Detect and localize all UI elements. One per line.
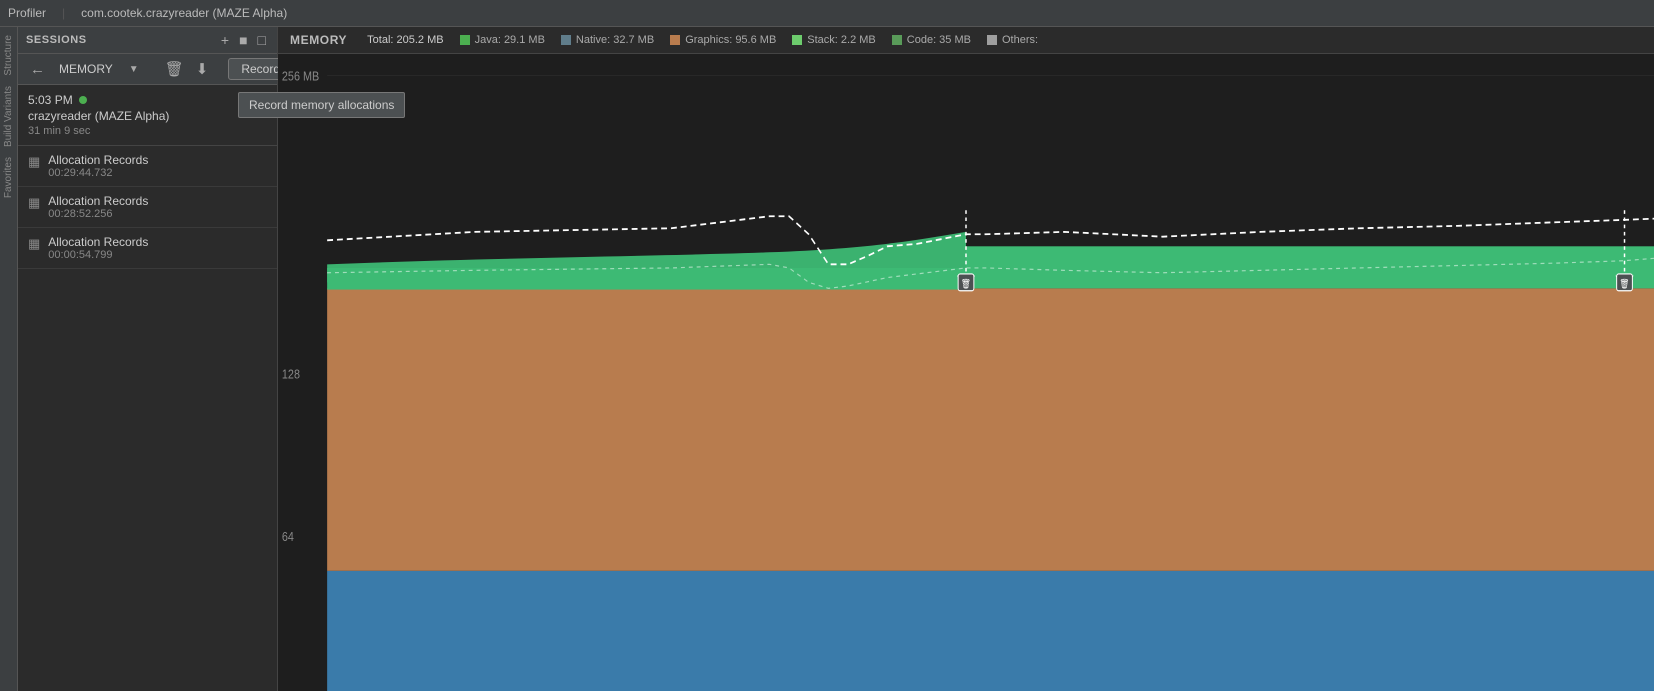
alloc-time-0: 00:29:44.732 (48, 167, 267, 179)
allocation-item-1[interactable]: ▦ Allocation Records 00:28:52.256 (18, 187, 277, 228)
others-label: Others: (1002, 34, 1038, 46)
sidebar: SESSIONS + ■ □ ← MEMORY ▼ 🗑 ⬇ Record Rec… (18, 27, 278, 691)
app-label: com.cootek.crazyreader (MAZE Alpha) (81, 6, 287, 20)
alloc-icon-0: ▦ (28, 154, 40, 170)
session-time-row: 5:03 PM (28, 93, 267, 107)
add-session-button[interactable]: + (218, 33, 232, 47)
export-button[interactable]: ⬇ (192, 58, 213, 80)
toolbar: ← MEMORY ▼ 🗑 ⬇ Record Record memory allo… (18, 54, 277, 85)
alloc-icon-1: ▦ (28, 195, 40, 211)
alloc-text-1: Allocation Records 00:28:52.256 (48, 194, 267, 220)
alloc-icon-2: ▦ (28, 236, 40, 252)
sessions-title: SESSIONS (26, 34, 214, 46)
vertical-tab-favorites[interactable]: Favorites (2, 153, 15, 202)
graphics-label: Graphics: 95.6 MB (685, 34, 776, 46)
alloc-text-0: Allocation Records 00:29:44.732 (48, 153, 267, 179)
main-area: Structure Build Variants Favorites SESSI… (0, 27, 1654, 691)
vertical-tab-build-variants[interactable]: Build Variants (2, 82, 15, 151)
memory-chart: 256 MB 128 64 (278, 54, 1654, 691)
stat-code: Code: 35 MB (892, 34, 971, 46)
stat-stack: Stack: 2.2 MB (792, 34, 875, 46)
allocation-item-0[interactable]: ▦ Allocation Records 00:29:44.732 (18, 146, 277, 187)
stat-graphics: Graphics: 95.6 MB (670, 34, 776, 46)
stack-color-swatch (792, 35, 802, 45)
alloc-text-2: Allocation Records 00:00:54.799 (48, 235, 267, 261)
delete-button[interactable]: 🗑 (161, 58, 188, 80)
graphics-color-swatch (670, 35, 680, 45)
profiler-menu[interactable]: Profiler (8, 6, 46, 20)
alloc-name-2: Allocation Records (48, 235, 267, 249)
native-color-swatch (561, 35, 571, 45)
svg-text:256 MB: 256 MB (282, 68, 319, 83)
active-indicator (79, 96, 87, 104)
alloc-name-1: Allocation Records (48, 194, 267, 208)
sessions-header: SESSIONS + ■ □ (18, 27, 277, 54)
alloc-time-1: 00:28:52.256 (48, 208, 267, 220)
session-app: crazyreader (MAZE Alpha) (28, 109, 267, 123)
memory-dropdown-arrow[interactable]: ▼ (123, 62, 145, 77)
svg-text:128: 128 (282, 366, 300, 381)
top-bar-separator: | (62, 6, 65, 20)
code-color-swatch (892, 35, 902, 45)
svg-text:🗑: 🗑 (1620, 278, 1630, 289)
code-label: Code: 35 MB (907, 34, 971, 46)
session-duration: 31 min 9 sec (28, 125, 267, 137)
stat-native: Native: 32.7 MB (561, 34, 654, 46)
svg-text:64: 64 (282, 529, 294, 544)
content-area: MEMORY Total: 205.2 MB Java: 29.1 MB Nat… (278, 27, 1654, 691)
java-color-swatch (460, 35, 470, 45)
allocation-item-2[interactable]: ▦ Allocation Records 00:00:54.799 (18, 228, 277, 269)
stat-java: Java: 29.1 MB (460, 34, 545, 46)
native-label: Native: 32.7 MB (576, 34, 654, 46)
memory-panel-title: MEMORY (290, 33, 347, 47)
sidebar-content: 5:03 PM crazyreader (MAZE Alpha) 31 min … (18, 85, 277, 691)
alloc-name-0: Allocation Records (48, 153, 267, 167)
stack-label: Stack: 2.2 MB (807, 34, 875, 46)
chart-area[interactable]: 256 MB 128 64 (278, 54, 1654, 691)
memory-header: MEMORY Total: 205.2 MB Java: 29.1 MB Nat… (278, 27, 1654, 54)
session-time: 5:03 PM (28, 93, 73, 107)
java-label: Java: 29.1 MB (475, 34, 545, 46)
svg-text:🗑: 🗑 (961, 278, 971, 289)
stop-session-button[interactable]: ■ (236, 33, 250, 47)
memory-dropdown-label: MEMORY (53, 60, 119, 78)
alloc-time-2: 00:00:54.799 (48, 249, 267, 261)
toggle-session-button[interactable]: □ (255, 33, 269, 47)
memory-stats: Total: 205.2 MB Java: 29.1 MB Native: 32… (367, 34, 1642, 46)
vertical-tab-structure[interactable]: Structure (2, 31, 15, 80)
back-button[interactable]: ← (26, 59, 49, 80)
stat-total: Total: 205.2 MB (367, 34, 443, 46)
stat-others: Others: (987, 34, 1038, 46)
left-vertical-tabs: Structure Build Variants Favorites (0, 27, 18, 691)
record-tooltip: Record memory allocations (238, 92, 405, 118)
top-bar: Profiler | com.cootek.crazyreader (MAZE … (0, 0, 1654, 27)
others-color-swatch (987, 35, 997, 45)
